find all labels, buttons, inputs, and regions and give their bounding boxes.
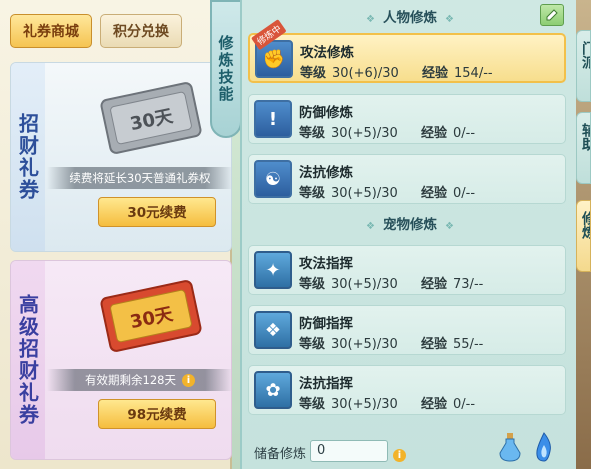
cultivation-panel: 人物修炼 ✊ 修炼中 攻法修炼 等级30(+6)/30 经验154/-- ! 防…: [240, 0, 576, 469]
row-exp: 经验 55/--: [421, 337, 484, 352]
row-level: 等级 30(+5)/30: [299, 337, 398, 352]
section-title-pet: 宠物修炼: [242, 213, 578, 233]
row-name: 法抗修炼: [299, 165, 353, 181]
paw-ward-icon: ✿: [254, 371, 292, 409]
info-icon[interactable]: i: [393, 445, 406, 464]
side-tab-assist[interactable]: 辅助: [576, 112, 591, 184]
section-title-character: 人物修炼: [242, 6, 578, 26]
tab-points-exchange[interactable]: 积分兑换: [100, 14, 182, 48]
pet-cultivation-row-resist[interactable]: ✿ 法抗指挥 等级 30(+5)/30 经验 0/--: [248, 365, 566, 415]
coupon-card-label: 招财礼券: [11, 63, 45, 251]
renew-98-button[interactable]: 98元续费: [98, 399, 216, 429]
tab-gift-shop[interactable]: 礼券商城: [10, 14, 92, 48]
shop-tab-bar: 礼券商城 积分兑换: [10, 14, 182, 48]
row-exp: 经验 154/--: [422, 66, 493, 81]
row-exp: 经验 0/--: [421, 126, 476, 141]
side-tab-cultivation[interactable]: 修炼: [576, 200, 591, 272]
row-level: 等级 30(+5)/30: [299, 397, 398, 412]
tab-cultivation-skill[interactable]: 修炼技能: [210, 0, 242, 138]
cultivation-row-defense[interactable]: ! 防御修炼 等级 30(+5)/30 经验 0/--: [248, 94, 566, 144]
pencil-icon: [546, 9, 558, 21]
row-name: 法抗指挥: [299, 376, 353, 392]
row-exp: 经验 73/--: [421, 277, 484, 292]
coupon-description: 续费将延长30天普通礼券权: [47, 167, 231, 189]
reserve-value: 0: [310, 440, 388, 462]
gold-coupon-icon: 30天: [100, 280, 202, 352]
pet-cultivation-row-attack[interactable]: ✦ 攻法指挥 等级 30(+5)/30 经验 73/--: [248, 245, 566, 295]
gift-shop-panel: 礼券商城 积分兑换 招财礼券 30天 续费将延长30天普通礼券权 30元续费 高…: [0, 0, 232, 469]
row-name: 防御修炼: [299, 105, 353, 121]
row-name: 攻法修炼: [300, 45, 354, 61]
yinyang-icon: ☯: [254, 160, 292, 198]
row-level: 等级 30(+5)/30: [299, 126, 398, 141]
potion-icon[interactable]: [498, 431, 522, 463]
coupon-expiry: 有效期剩余128天 i: [47, 369, 231, 391]
row-exp: 经验 0/--: [421, 186, 476, 201]
side-tab-sect[interactable]: 门派: [576, 30, 591, 102]
row-level: 等级 30(+5)/30: [299, 277, 398, 292]
flame-icon[interactable]: [532, 431, 556, 463]
row-name: 防御指挥: [299, 316, 353, 332]
paw-shield-icon: ❖: [254, 311, 292, 349]
edit-note-button[interactable]: [540, 4, 564, 26]
row-exp: 经验 0/--: [421, 397, 476, 412]
info-icon[interactable]: i: [181, 374, 195, 387]
cultivation-row-resist[interactable]: ☯ 法抗修炼 等级 30(+5)/30 经验 0/--: [248, 154, 566, 204]
coupon-card-premium: 高级招财礼券 30天 有效期剩余128天 i 98元续费: [10, 260, 232, 460]
shield-icon: !: [254, 100, 292, 138]
silver-coupon-icon: 30天: [100, 82, 202, 154]
reserve-label: 储备修炼: [254, 447, 307, 462]
row-level: 等级 30(+6)/30: [300, 66, 399, 81]
renew-30-button[interactable]: 30元续费: [98, 197, 216, 227]
cultivation-row-attack[interactable]: ✊ 修炼中 攻法修炼 等级 30(+6)/30 经验 154/--: [248, 19, 566, 83]
row-level: 等级 30(+5)/30: [299, 186, 398, 201]
claw-icon: ✦: [254, 251, 292, 289]
row-name: 攻法指挥: [299, 256, 353, 272]
pet-cultivation-row-defense[interactable]: ❖ 防御指挥 等级 30(+5)/30 经验 55/--: [248, 305, 566, 355]
coupon-card-label: 高级招财礼券: [11, 261, 45, 459]
coupon-card-basic: 招财礼券 30天 续费将延长30天普通礼券权 30元续费: [10, 62, 232, 252]
